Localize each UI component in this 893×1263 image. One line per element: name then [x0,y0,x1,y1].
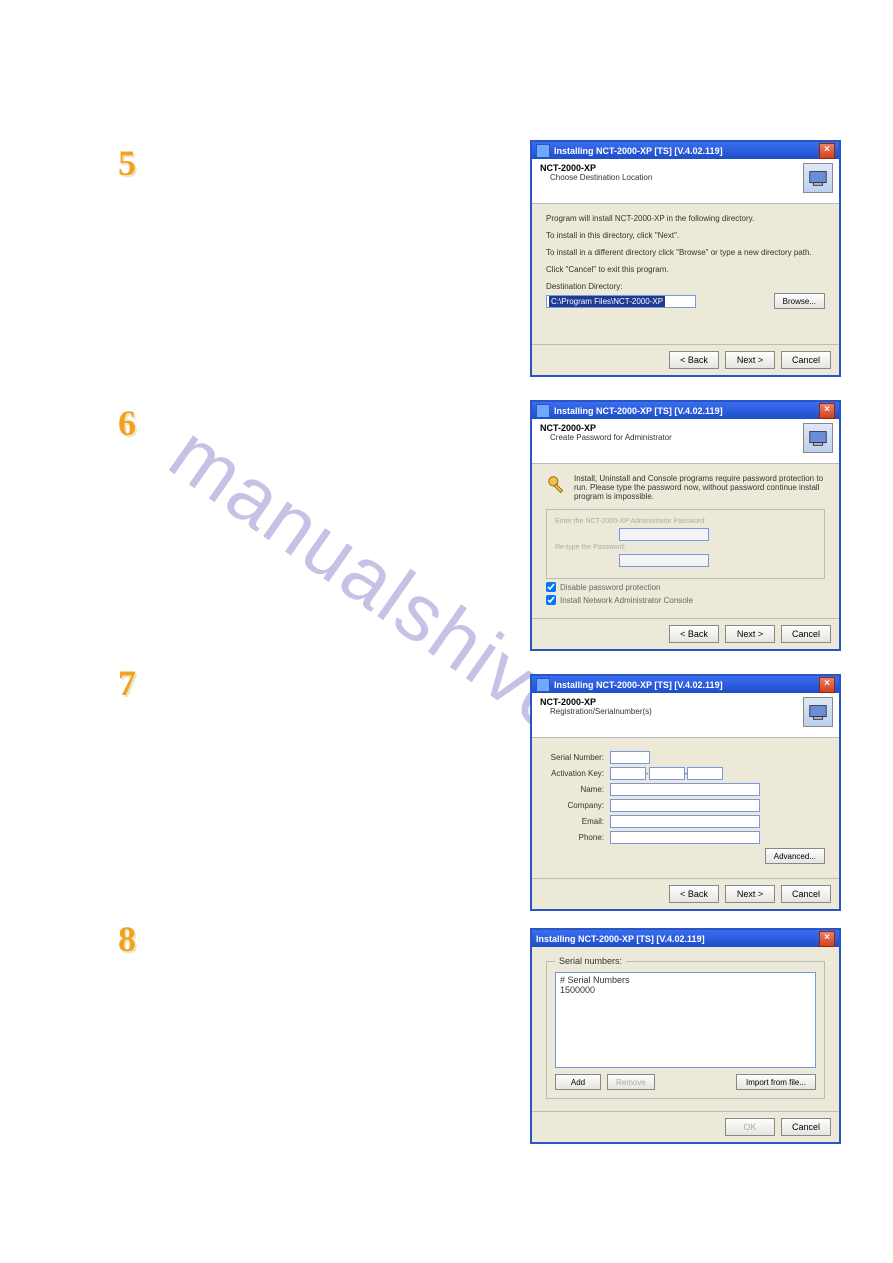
key-icon [546,474,568,496]
body-text: To install in a different directory clic… [546,248,825,257]
next-button[interactable]: Next > [725,885,775,903]
disable-password-checkbox[interactable]: Disable password protection [546,582,825,592]
serial-input[interactable] [610,751,650,764]
cancel-button[interactable]: Cancel [781,351,831,369]
window-title: Installing NCT-2000-XP [TS] [V.4.02.119] [554,406,819,416]
company-input[interactable] [610,799,760,812]
dialog-footer: < Back Next > Cancel [532,344,839,375]
titlebar[interactable]: Installing NCT-2000-XP [TS] [V.4.02.119]… [532,930,839,947]
app-icon [536,404,550,418]
password-confirm-input [619,554,709,567]
dialog-footer: OK Cancel [532,1111,839,1142]
dialog-body: Install, Uninstall and Console programs … [532,464,839,618]
window-title: Installing NCT-2000-XP [TS] [V.4.02.119] [536,934,819,944]
advanced-button[interactable]: Advanced... [765,848,825,864]
dialog-serialnumbers: Installing NCT-2000-XP [TS] [V.4.02.119]… [530,928,841,1144]
body-text: To install in this directory, click "Nex… [546,231,825,240]
installer-icon [803,697,833,727]
serial-listbox[interactable]: # Serial Numbers 1500000 [555,972,816,1068]
destination-label: Destination Directory: [546,282,825,291]
installer-icon [803,163,833,193]
step-number-5: 5 [118,142,136,184]
company-label: Company: [546,801,604,810]
dialog-header: NCT-2000-XP Create Password for Administ… [532,419,839,464]
window-title: Installing NCT-2000-XP [TS] [V.4.02.119] [554,146,819,156]
serial-label: Serial Number: [546,753,604,762]
actkey-input-3[interactable] [687,767,723,780]
header-title: NCT-2000-XP [540,423,831,433]
dialog-body: Program will install NCT-2000-XP in the … [532,204,839,344]
app-icon [536,144,550,158]
name-label: Name: [546,785,604,794]
name-input[interactable] [610,783,760,796]
dialog-footer: < Back Next > Cancel [532,878,839,909]
close-icon[interactable]: × [819,677,835,693]
header-title: NCT-2000-XP [540,697,831,707]
document-page: manualshive.com 5 6 7 8 Installing NCT-2… [0,0,893,1263]
add-button[interactable]: Add [555,1074,601,1090]
dialog-destination: Installing NCT-2000-XP [TS] [V.4.02.119]… [530,140,841,377]
back-button[interactable]: < Back [669,351,719,369]
header-title: NCT-2000-XP [540,163,831,173]
info-text: Install, Uninstall and Console programs … [546,474,825,501]
checkbox-label: Install Network Administrator Console [560,596,693,605]
body-text: Click "Cancel" to exit this program. [546,265,825,274]
dialog-header: NCT-2000-XP Registration/Serialnumber(s) [532,693,839,738]
body-text: Program will install NCT-2000-XP in the … [546,214,825,223]
step-number-7: 7 [118,662,136,704]
titlebar[interactable]: Installing NCT-2000-XP [TS] [V.4.02.119]… [532,142,839,159]
destination-input[interactable]: C:\Program Files\NCT-2000-XP [546,295,696,308]
header-subtitle: Create Password for Administrator [550,433,831,442]
password-input [619,528,709,541]
actkey-label: Activation Key: [546,769,604,778]
titlebar[interactable]: Installing NCT-2000-XP [TS] [V.4.02.119]… [532,402,839,419]
next-button[interactable]: Next > [725,351,775,369]
header-subtitle: Choose Destination Location [550,173,831,182]
close-icon[interactable]: × [819,143,835,159]
step-number-6: 6 [118,402,136,444]
installer-icon [803,423,833,453]
remove-button: Remove [607,1074,655,1090]
dialog-footer: < Back Next > Cancel [532,618,839,649]
step-number-8: 8 [118,918,136,960]
password-label: Enter the NCT-2000-XP Administrator Pass… [555,518,816,525]
window-title: Installing NCT-2000-XP [TS] [V.4.02.119] [554,680,819,690]
destination-value: C:\Program Files\NCT-2000-XP [549,296,665,307]
email-input[interactable] [610,815,760,828]
dialog-body: Serial numbers: # Serial Numbers 1500000… [532,947,839,1111]
cancel-button[interactable]: Cancel [781,885,831,903]
list-item[interactable]: 1500000 [560,985,811,995]
back-button[interactable]: < Back [669,625,719,643]
titlebar[interactable]: Installing NCT-2000-XP [TS] [V.4.02.119]… [532,676,839,693]
dialog-body: Serial Number: Activation Key: - - Name:… [532,738,839,878]
email-label: Email: [546,817,604,826]
install-console-checkbox[interactable]: Install Network Administrator Console [546,595,825,605]
cancel-button[interactable]: Cancel [781,625,831,643]
checkbox-label: Disable password protection [560,583,661,592]
import-button[interactable]: Import from file... [736,1074,816,1090]
close-icon[interactable]: × [819,931,835,947]
back-button[interactable]: < Back [669,885,719,903]
dialog-header: NCT-2000-XP Choose Destination Location [532,159,839,204]
actkey-input-2[interactable] [649,767,685,780]
phone-input[interactable] [610,831,760,844]
phone-label: Phone: [546,833,604,842]
close-icon[interactable]: × [819,403,835,419]
ok-button: OK [725,1118,775,1136]
dialog-password: Installing NCT-2000-XP [TS] [V.4.02.119]… [530,400,841,651]
browse-button[interactable]: Browse... [774,293,825,309]
app-icon [536,678,550,692]
cancel-button[interactable]: Cancel [781,1118,831,1136]
next-button[interactable]: Next > [725,625,775,643]
group-title: Serial numbers: [555,956,626,966]
actkey-input-1[interactable] [610,767,646,780]
list-header: # Serial Numbers [560,975,811,985]
dialog-registration: Installing NCT-2000-XP [TS] [V.4.02.119]… [530,674,841,911]
header-subtitle: Registration/Serialnumber(s) [550,707,831,716]
password-confirm-label: Re-type the Password: [555,544,816,551]
